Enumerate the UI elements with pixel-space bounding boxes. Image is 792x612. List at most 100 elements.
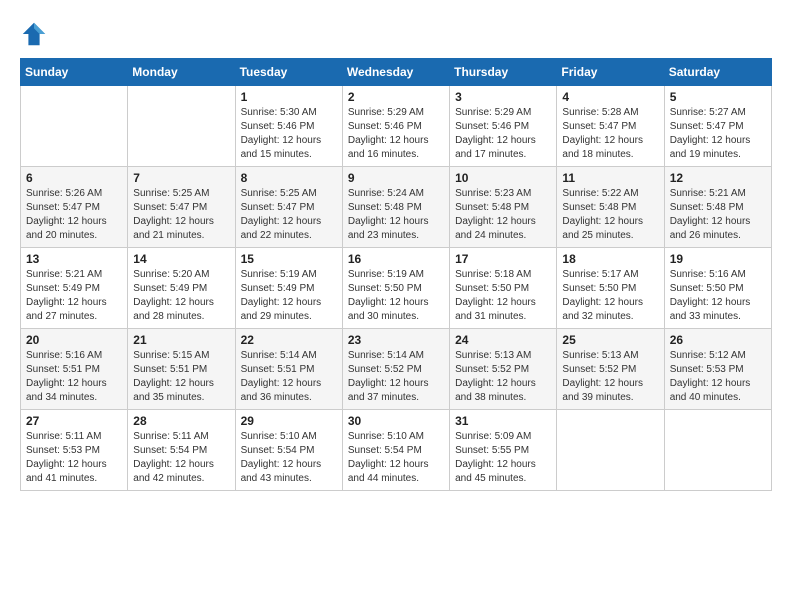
day-number: 15 — [241, 252, 337, 266]
calendar-cell: 22 Sunrise: 5:14 AM Sunset: 5:51 PM Dayli… — [235, 329, 342, 410]
day-info: Sunrise: 5:11 AM Sunset: 5:54 PM Dayligh… — [133, 430, 229, 486]
calendar-cell: 8 Sunrise: 5:25 AM Sunset: 5:47 PM Daylig… — [235, 167, 342, 248]
day-info: Sunrise: 5:18 AM Sunset: 5:50 PM Dayligh… — [455, 268, 551, 324]
calendar-cell: 13 Sunrise: 5:21 AM Sunset: 5:49 PM Dayli… — [21, 248, 128, 329]
calendar-cell: 5 Sunrise: 5:27 AM Sunset: 5:47 PM Daylig… — [664, 86, 771, 167]
calendar-cell: 9 Sunrise: 5:24 AM Sunset: 5:48 PM Daylig… — [342, 167, 449, 248]
day-info: Sunrise: 5:16 AM Sunset: 5:50 PM Dayligh… — [670, 268, 766, 324]
calendar-cell: 6 Sunrise: 5:26 AM Sunset: 5:47 PM Daylig… — [21, 167, 128, 248]
day-info: Sunrise: 5:17 AM Sunset: 5:50 PM Dayligh… — [562, 268, 658, 324]
calendar-cell: 16 Sunrise: 5:19 AM Sunset: 5:50 PM Dayli… — [342, 248, 449, 329]
day-number: 25 — [562, 333, 658, 347]
day-info: Sunrise: 5:27 AM Sunset: 5:47 PM Dayligh… — [670, 106, 766, 162]
calendar-cell: 10 Sunrise: 5:23 AM Sunset: 5:48 PM Dayli… — [450, 167, 557, 248]
weekday-header-wednesday: Wednesday — [342, 59, 449, 86]
calendar-cell: 3 Sunrise: 5:29 AM Sunset: 5:46 PM Daylig… — [450, 86, 557, 167]
day-info: Sunrise: 5:09 AM Sunset: 5:55 PM Dayligh… — [455, 430, 551, 486]
day-info: Sunrise: 5:29 AM Sunset: 5:46 PM Dayligh… — [455, 106, 551, 162]
calendar-cell: 11Sunrise: 5:22 AM Sunset: 5:48 PM Dayli… — [557, 167, 664, 248]
calendar-cell: 12 Sunrise: 5:21 AM Sunset: 5:48 PM Dayli… — [664, 167, 771, 248]
day-info: Sunrise: 5:15 AM Sunset: 5:51 PM Dayligh… — [133, 349, 229, 405]
day-info: Sunrise: 5:30 AM Sunset: 5:46 PM Dayligh… — [241, 106, 337, 162]
day-info: Sunrise: 5:12 AM Sunset: 5:53 PM Dayligh… — [670, 349, 766, 405]
weekday-header-thursday: Thursday — [450, 59, 557, 86]
calendar-week-row: 20 Sunrise: 5:16 AM Sunset: 5:51 PM Dayli… — [21, 329, 772, 410]
calendar-cell — [557, 410, 664, 491]
calendar-cell: 21 Sunrise: 5:15 AM Sunset: 5:51 PM Dayli… — [128, 329, 235, 410]
weekday-header-friday: Friday — [557, 59, 664, 86]
calendar-cell: 14 Sunrise: 5:20 AM Sunset: 5:49 PM Dayli… — [128, 248, 235, 329]
day-number: 28 — [133, 414, 229, 428]
day-info: Sunrise: 5:21 AM Sunset: 5:49 PM Dayligh… — [26, 268, 122, 324]
calendar-cell — [664, 410, 771, 491]
day-number: 21 — [133, 333, 229, 347]
calendar-cell: 23 Sunrise: 5:14 AM Sunset: 5:52 PM Dayli… — [342, 329, 449, 410]
day-number: 11 — [562, 171, 658, 185]
day-info: Sunrise: 5:19 AM Sunset: 5:49 PM Dayligh… — [241, 268, 337, 324]
day-number: 6 — [26, 171, 122, 185]
day-number: 9 — [348, 171, 444, 185]
day-number: 16 — [348, 252, 444, 266]
day-info: Sunrise: 5:11 AM Sunset: 5:53 PM Dayligh… — [26, 430, 122, 486]
day-info: Sunrise: 5:14 AM Sunset: 5:52 PM Dayligh… — [348, 349, 444, 405]
day-number: 26 — [670, 333, 766, 347]
day-number: 5 — [670, 90, 766, 104]
day-number: 2 — [348, 90, 444, 104]
day-info: Sunrise: 5:25 AM Sunset: 5:47 PM Dayligh… — [241, 187, 337, 243]
day-info: Sunrise: 5:26 AM Sunset: 5:47 PM Dayligh… — [26, 187, 122, 243]
weekday-header-tuesday: Tuesday — [235, 59, 342, 86]
day-info: Sunrise: 5:24 AM Sunset: 5:48 PM Dayligh… — [348, 187, 444, 243]
day-info: Sunrise: 5:21 AM Sunset: 5:48 PM Dayligh… — [670, 187, 766, 243]
calendar-cell: 1Sunrise: 5:30 AM Sunset: 5:46 PM Daylig… — [235, 86, 342, 167]
day-number: 8 — [241, 171, 337, 185]
day-number: 13 — [26, 252, 122, 266]
day-number: 22 — [241, 333, 337, 347]
calendar-cell: 26 Sunrise: 5:12 AM Sunset: 5:53 PM Dayli… — [664, 329, 771, 410]
day-number: 18 — [562, 252, 658, 266]
day-number: 17 — [455, 252, 551, 266]
calendar-cell: 19 Sunrise: 5:16 AM Sunset: 5:50 PM Dayli… — [664, 248, 771, 329]
calendar-cell — [21, 86, 128, 167]
calendar-cell: 20 Sunrise: 5:16 AM Sunset: 5:51 PM Dayli… — [21, 329, 128, 410]
day-number: 19 — [670, 252, 766, 266]
day-info: Sunrise: 5:10 AM Sunset: 5:54 PM Dayligh… — [348, 430, 444, 486]
day-info: Sunrise: 5:25 AM Sunset: 5:47 PM Dayligh… — [133, 187, 229, 243]
logo — [20, 20, 52, 48]
weekday-header-row: SundayMondayTuesdayWednesdayThursdayFrid… — [21, 59, 772, 86]
calendar-week-row: 6 Sunrise: 5:26 AM Sunset: 5:47 PM Daylig… — [21, 167, 772, 248]
day-number: 10 — [455, 171, 551, 185]
calendar-cell: 28 Sunrise: 5:11 AM Sunset: 5:54 PM Dayli… — [128, 410, 235, 491]
calendar-week-row: 27 Sunrise: 5:11 AM Sunset: 5:53 PM Dayli… — [21, 410, 772, 491]
calendar-week-row: 1Sunrise: 5:30 AM Sunset: 5:46 PM Daylig… — [21, 86, 772, 167]
day-info: Sunrise: 5:28 AM Sunset: 5:47 PM Dayligh… — [562, 106, 658, 162]
calendar-cell: 4 Sunrise: 5:28 AM Sunset: 5:47 PM Daylig… — [557, 86, 664, 167]
day-info: Sunrise: 5:10 AM Sunset: 5:54 PM Dayligh… — [241, 430, 337, 486]
day-number: 23 — [348, 333, 444, 347]
calendar-cell: 2 Sunrise: 5:29 AM Sunset: 5:46 PM Daylig… — [342, 86, 449, 167]
day-info: Sunrise: 5:29 AM Sunset: 5:46 PM Dayligh… — [348, 106, 444, 162]
day-number: 7 — [133, 171, 229, 185]
calendar-cell: 7 Sunrise: 5:25 AM Sunset: 5:47 PM Daylig… — [128, 167, 235, 248]
day-number: 27 — [26, 414, 122, 428]
day-number: 31 — [455, 414, 551, 428]
day-number: 24 — [455, 333, 551, 347]
day-number: 12 — [670, 171, 766, 185]
calendar-table: SundayMondayTuesdayWednesdayThursdayFrid… — [20, 58, 772, 491]
day-number: 3 — [455, 90, 551, 104]
day-info: Sunrise: 5:13 AM Sunset: 5:52 PM Dayligh… — [455, 349, 551, 405]
day-number: 30 — [348, 414, 444, 428]
day-number: 20 — [26, 333, 122, 347]
day-info: Sunrise: 5:16 AM Sunset: 5:51 PM Dayligh… — [26, 349, 122, 405]
calendar-cell: 31 Sunrise: 5:09 AM Sunset: 5:55 PM Dayli… — [450, 410, 557, 491]
day-info: Sunrise: 5:20 AM Sunset: 5:49 PM Dayligh… — [133, 268, 229, 324]
calendar-cell: 29 Sunrise: 5:10 AM Sunset: 5:54 PM Dayli… — [235, 410, 342, 491]
day-number: 29 — [241, 414, 337, 428]
day-number: 14 — [133, 252, 229, 266]
day-info: Sunrise: 5:23 AM Sunset: 5:48 PM Dayligh… — [455, 187, 551, 243]
weekday-header-monday: Monday — [128, 59, 235, 86]
day-info: Sunrise: 5:14 AM Sunset: 5:51 PM Dayligh… — [241, 349, 337, 405]
day-info: Sunrise: 5:19 AM Sunset: 5:50 PM Dayligh… — [348, 268, 444, 324]
calendar-cell: 24 Sunrise: 5:13 AM Sunset: 5:52 PM Dayli… — [450, 329, 557, 410]
calendar-cell: 15 Sunrise: 5:19 AM Sunset: 5:49 PM Dayli… — [235, 248, 342, 329]
day-number: 4 — [562, 90, 658, 104]
